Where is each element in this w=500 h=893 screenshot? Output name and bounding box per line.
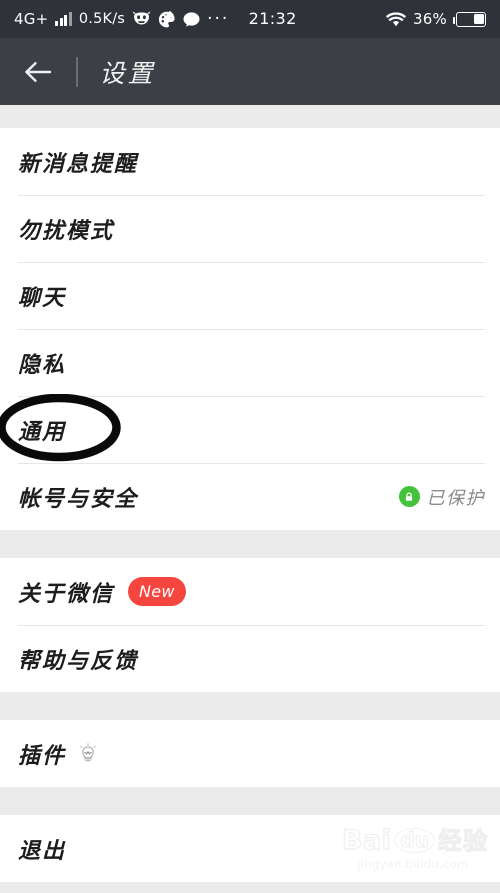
section-gap-2 [0, 692, 500, 720]
new-badge: New [128, 577, 186, 606]
row-label: 隐私 [18, 351, 67, 378]
phone-screen: 4G+ 0.5K/s ··· 21:32 36% 设置 新消息提醒 勿扰模式 聊… [0, 0, 500, 893]
row-label: 聊天 [18, 284, 67, 311]
plugins-group: 插件 [0, 720, 500, 787]
green-lock-icon [398, 486, 420, 507]
protected-status-label: 已保护 [426, 487, 485, 509]
row-about-wechat[interactable]: 关于微信 New [0, 558, 500, 625]
status-bar-center: 21:32 [229, 11, 386, 27]
monster-app-icon [132, 11, 151, 27]
notifications-group: 新消息提醒 勿扰模式 聊天 隐私 通用 帐号与安全 已保护 [0, 128, 500, 530]
back-button[interactable] [18, 52, 58, 92]
network-type-label: 4G+ [14, 9, 49, 28]
clock-label: 21:32 [248, 9, 297, 28]
signal-bars-icon [55, 12, 72, 26]
section-gap-bottom [0, 882, 500, 893]
status-bar-right: 36% [386, 9, 486, 28]
logout-group: 退出 [0, 815, 500, 882]
row-help-and-feedback[interactable]: 帮助与反馈 [0, 625, 500, 692]
battery-percent-label: 36% [413, 9, 447, 28]
row-new-message-alerts[interactable]: 新消息提醒 [0, 128, 500, 195]
status-bar-left: 4G+ 0.5K/s ··· [14, 8, 230, 29]
row-trailing: 已保护 [398, 484, 486, 510]
section-gap-top [0, 105, 500, 128]
status-overflow-icon: ··· [207, 8, 230, 29]
back-arrow-icon [25, 61, 52, 82]
row-label: 勿扰模式 [18, 217, 115, 244]
row-label: 新消息提醒 [18, 150, 139, 177]
row-label: 关于微信 [18, 580, 115, 607]
palette-app-icon [158, 10, 176, 28]
row-label: 帐号与安全 [18, 485, 139, 512]
about-group: 关于微信 New 帮助与反馈 [0, 558, 500, 692]
page-title: 设置 [99, 58, 156, 88]
lightbulb-icon [78, 742, 98, 765]
row-account-and-security[interactable]: 帐号与安全 已保护 [0, 463, 500, 530]
section-gap-3 [0, 787, 500, 815]
row-label: 帮助与反馈 [18, 647, 139, 674]
row-do-not-disturb[interactable]: 勿扰模式 [0, 195, 500, 262]
row-label: 通用 [18, 418, 67, 445]
battery-fill [473, 13, 484, 25]
battery-icon [452, 11, 486, 27]
wifi-icon [386, 11, 407, 27]
header-divider [76, 56, 78, 87]
row-general[interactable]: 通用 [0, 396, 500, 463]
row-privacy[interactable]: 隐私 [0, 329, 500, 396]
app-header: 设置 [0, 38, 500, 105]
status-bar: 4G+ 0.5K/s ··· 21:32 36% [0, 0, 500, 38]
row-chat[interactable]: 聊天 [0, 262, 500, 329]
section-gap-1 [0, 530, 500, 558]
network-speed-label: 0.5K/s [78, 10, 126, 27]
row-label: 插件 [18, 742, 67, 769]
row-plugins[interactable]: 插件 [0, 720, 500, 787]
chat-bubble-icon [183, 11, 200, 27]
row-label: 退出 [18, 837, 67, 864]
row-logout[interactable]: 退出 [0, 815, 500, 882]
